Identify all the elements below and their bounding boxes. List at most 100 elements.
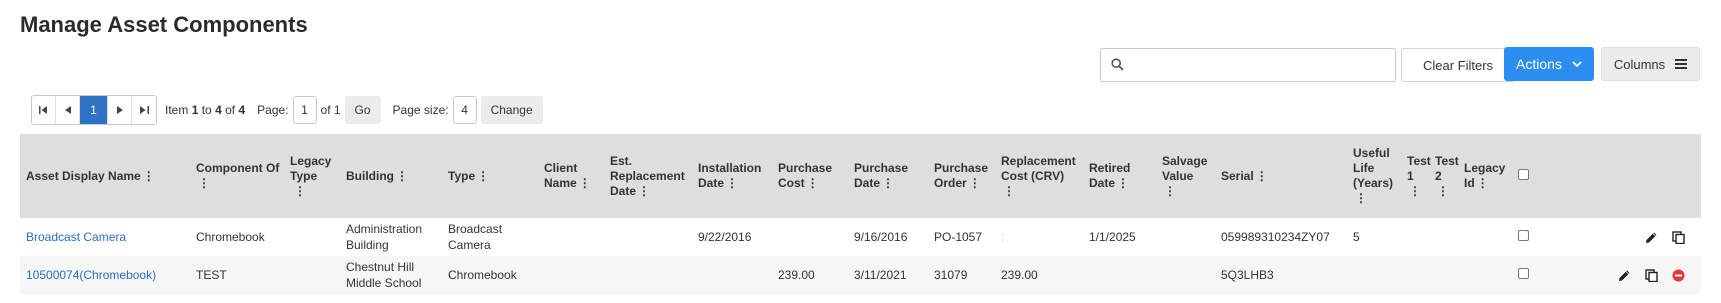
first-page-icon[interactable] <box>32 96 56 124</box>
row-actions <box>1561 230 1697 244</box>
cell-purchase-order: PO-1057 <box>934 230 983 244</box>
asset-name-link[interactable]: Broadcast Camera <box>26 230 126 244</box>
columns-button[interactable]: Columns <box>1601 47 1700 81</box>
col-useful-life[interactable]: Useful Life (Years) ⋮ <box>1347 134 1401 218</box>
item-range-text: Item 1 to 4 of 4 <box>165 103 245 117</box>
column-menu-icon[interactable]: ⋮ <box>726 176 738 191</box>
col-purchase-cost[interactable]: Purchase Cost ⋮ <box>772 134 848 218</box>
cell-est-replacement-date <box>604 256 692 294</box>
column-menu-icon[interactable]: ⋮ <box>294 184 306 199</box>
col-purchase-date[interactable]: Purchase Date ⋮ <box>848 134 928 218</box>
col-installation-date[interactable]: Installation Date ⋮ <box>692 134 772 218</box>
column-menu-icon[interactable]: ⋮ <box>1355 191 1367 206</box>
cell-building: Administration Building <box>346 222 423 252</box>
page-input[interactable]: 1 <box>292 96 317 124</box>
pencil-icon[interactable] <box>1645 231 1658 244</box>
item-of-word: of <box>225 103 236 117</box>
column-menu-icon[interactable]: ⋮ <box>638 184 650 199</box>
column-menu-icon[interactable]: ⋮ <box>1437 184 1449 199</box>
clear-filters-label: Clear Filters <box>1422 57 1494 73</box>
clear-filters-button[interactable]: Clear Filters <box>1401 48 1515 82</box>
column-menu-icon[interactable]: ⋮ <box>579 176 591 191</box>
header-row: Asset Display Name ⋮ Component Of ⋮ Legacy… <box>20 134 1701 218</box>
col-replacement-cost[interactable]: Replacement Cost (CRV) ⋮ <box>995 134 1083 218</box>
item-total: 4 <box>238 103 246 117</box>
column-menu-icon[interactable]: ⋮ <box>1409 184 1421 199</box>
search-input[interactable] <box>1129 53 1391 77</box>
col-component-of[interactable]: Component Of ⋮ <box>190 134 284 218</box>
cell-type: Broadcast Camera <box>448 222 503 252</box>
columns-label: Columns <box>1613 56 1666 72</box>
table-row: Broadcast Camera Chromebook Administrati… <box>20 218 1701 256</box>
col-asset-display-name[interactable]: Asset Display Name ⋮ <box>20 134 190 218</box>
col-test-1[interactable]: Test 1⋮ <box>1401 134 1431 218</box>
cell-replacement-cost: : <box>1001 230 1007 244</box>
column-menu-icon[interactable]: ⋮ <box>198 176 210 191</box>
col-purchase-order[interactable]: Purchase Order ⋮ <box>928 134 995 218</box>
column-menu-icon[interactable]: ⋮ <box>807 176 819 191</box>
cell-serial: 059989310234ZY07 <box>1221 230 1330 244</box>
prev-page-icon[interactable] <box>56 96 80 124</box>
row-checkbox[interactable] <box>1518 230 1529 241</box>
cell-salvage-value <box>1156 218 1215 256</box>
row-actions <box>1561 268 1697 282</box>
column-menu-icon[interactable]: ⋮ <box>1164 184 1176 199</box>
page-size-input[interactable]: 4 <box>452 96 477 124</box>
select-all-checkbox[interactable] <box>1518 168 1529 180</box>
column-menu-icon[interactable]: ⋮ <box>396 169 408 184</box>
column-menu-icon[interactable]: ⋮ <box>477 169 489 184</box>
pager-nav: 1 <box>31 95 157 125</box>
cell-purchase-date: 9/16/2016 <box>854 230 908 244</box>
pager: 1 Item 1 to 4 of 4 Page: 1 of 1 Go Page … <box>31 95 543 125</box>
cell-retired-date <box>1083 256 1156 294</box>
cell-installation-date: 9/22/2016 <box>698 230 752 244</box>
col-select-all[interactable] <box>1512 134 1555 218</box>
current-page-button[interactable]: 1 <box>80 96 108 124</box>
cell-legacy-type <box>284 218 340 256</box>
cell-est-replacement-date <box>604 218 692 256</box>
col-test-2[interactable]: Test 2⋮ <box>1429 134 1459 218</box>
search-box[interactable] <box>1100 48 1396 82</box>
col-salvage-value[interactable]: Salvage Value ⋮ <box>1156 134 1215 218</box>
actions-label: Actions <box>1516 56 1562 72</box>
remove-icon[interactable] <box>1672 269 1685 282</box>
col-serial[interactable]: Serial ⋮ <box>1215 134 1347 218</box>
col-legacy-type[interactable]: Legacy Type ⋮ <box>284 134 340 218</box>
page-label: Page: <box>257 103 289 117</box>
cell-legacy-type <box>284 256 340 294</box>
cell-purchase-cost <box>772 218 848 256</box>
item-label: Item <box>165 103 189 117</box>
item-from: 1 <box>191 103 199 117</box>
row-checkbox[interactable] <box>1518 268 1529 279</box>
go-button[interactable]: Go <box>344 96 381 124</box>
column-menu-icon[interactable]: ⋮ <box>143 169 155 184</box>
cell-test-2 <box>1429 218 1458 256</box>
copy-icon[interactable] <box>1672 230 1685 244</box>
col-legacy-id[interactable]: Legacy Id ⋮ <box>1458 134 1512 218</box>
chevron-down-icon <box>1572 60 1582 68</box>
item-to: 4 <box>215 103 222 117</box>
col-est-replacement-date[interactable]: Est. Replacement Date ⋮ <box>604 134 692 218</box>
asset-components-grid: Asset Display Name ⋮ Component Of ⋮ Legacy… <box>20 134 1701 294</box>
column-menu-icon[interactable]: ⋮ <box>969 176 981 191</box>
column-menu-icon[interactable]: ⋮ <box>1117 176 1129 191</box>
cell-serial: 5Q3LHB3 <box>1221 268 1274 282</box>
column-menu-icon[interactable]: ⋮ <box>1256 169 1268 184</box>
pencil-icon[interactable] <box>1618 269 1631 282</box>
column-menu-icon[interactable]: ⋮ <box>1003 184 1015 199</box>
copy-icon[interactable] <box>1645 268 1658 282</box>
cell-useful-life: 5 <box>1353 230 1360 244</box>
page-of-text: of 1 <box>320 103 341 117</box>
col-type[interactable]: Type ⋮ <box>442 134 538 218</box>
change-page-size-button[interactable]: Change <box>480 96 543 124</box>
cell-retired-date: 1/1/2025 <box>1089 230 1136 244</box>
actions-button[interactable]: Actions <box>1504 47 1594 81</box>
next-page-icon[interactable] <box>108 96 132 124</box>
col-building[interactable]: Building ⋮ <box>340 134 442 218</box>
col-retired-date[interactable]: Retired Date ⋮ <box>1083 134 1156 218</box>
asset-name-link[interactable]: 10500074(Chromebook) <box>26 268 156 282</box>
column-menu-icon[interactable]: ⋮ <box>1477 176 1489 191</box>
col-client-name[interactable]: Client Name ⋮ <box>538 134 604 218</box>
last-page-icon[interactable] <box>132 96 156 124</box>
column-menu-icon[interactable]: ⋮ <box>882 176 894 191</box>
